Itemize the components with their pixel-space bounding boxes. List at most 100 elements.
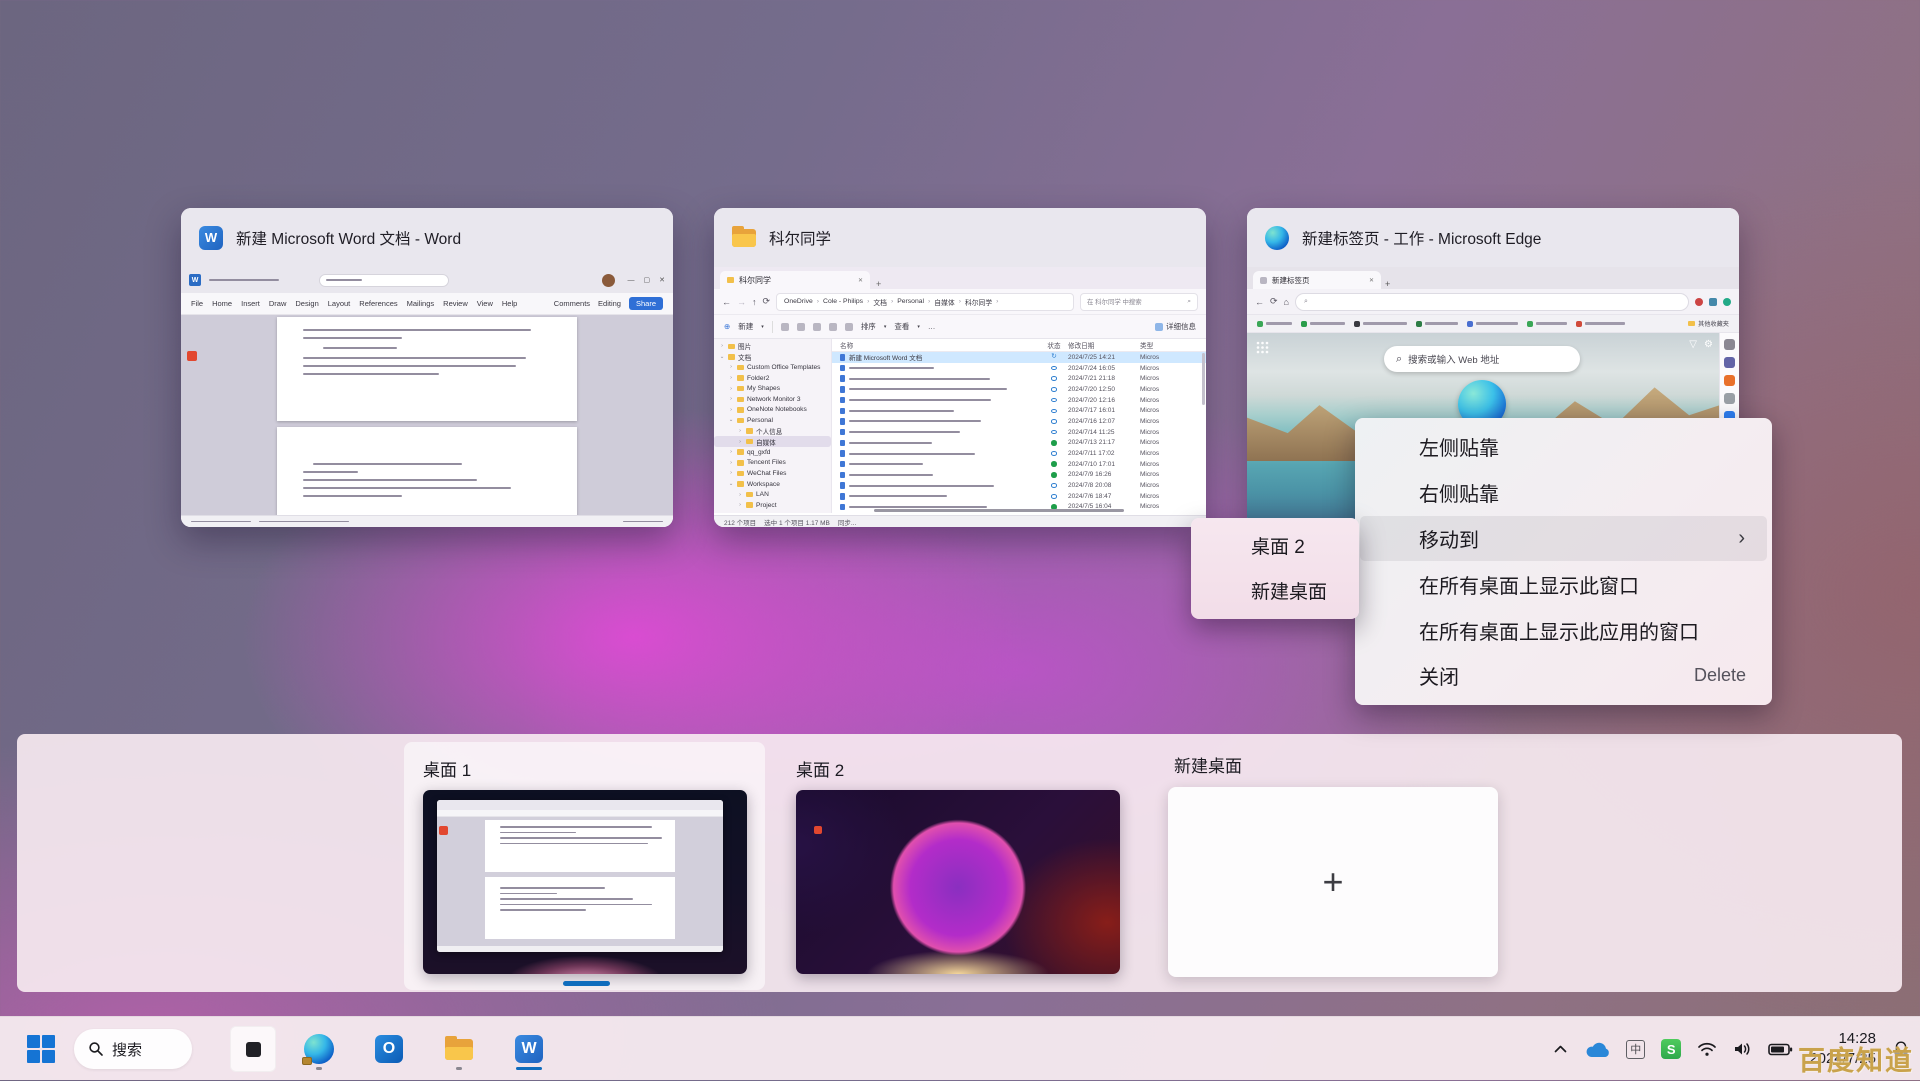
edge-favorites-bar: 其他收藏夹 [1247, 315, 1739, 333]
submenu-item-new-desktop[interactable]: 新建桌面 [1191, 568, 1359, 613]
window-card-word[interactable]: W 新建 Microsoft Word 文档 - Word W —▢✕ File… [181, 208, 673, 527]
word-editing-label: Editing [598, 299, 621, 308]
tree-arrow-icon: › [728, 460, 734, 466]
wifi-icon[interactable] [1697, 1041, 1717, 1057]
file-name-blur [849, 506, 987, 508]
start-button[interactable] [18, 1026, 64, 1072]
menu-item-snap-left[interactable]: 左侧贴靠 [1355, 424, 1772, 470]
text-line-blur [500, 898, 633, 900]
edge-tab-bar: 新建标签页 ✕ + —▢✕ [1247, 267, 1739, 289]
red-app-icon [187, 351, 197, 361]
battery-icon[interactable] [1768, 1042, 1793, 1057]
date-modified: 2024/7/14 11:25 [1068, 429, 1140, 436]
ribbon-tab-references: References [359, 299, 397, 308]
edge-hero-search: ⌕ 搜索或输入 Web 地址 [1384, 346, 1580, 372]
file-name-blur [849, 388, 1007, 390]
menu-item-snap-right[interactable]: 右侧贴靠 [1355, 470, 1772, 516]
taskbar-outlook-button[interactable]: O [366, 1026, 412, 1072]
red-app-icon [439, 826, 448, 835]
word-doc-icon [840, 418, 845, 425]
sidebar-item-label: WeChat Files [747, 470, 786, 477]
word-doc-icon [840, 397, 845, 404]
cloud-status-icon [1051, 483, 1058, 488]
date-modified: 2024/7/20 12:16 [1068, 397, 1140, 404]
menu-item-show-app-windows-on-all-desktops[interactable]: 在所有桌面上显示此应用的窗口 [1355, 607, 1772, 653]
sidebar-item-label: Folder2 [747, 375, 769, 382]
task-view-button[interactable] [230, 1026, 276, 1072]
hidden-icons-chevron[interactable] [1553, 1043, 1568, 1055]
word-doc-icon [840, 429, 845, 436]
favorite-label-blur [1536, 322, 1567, 325]
window-card-explorer[interactable]: 科尔同学 科尔同学 ✕ + —▢✕ ← → ↑ ⟳ OneDrive›Cole … [714, 208, 1206, 527]
sidebar-item: ›My Shapes [714, 383, 831, 394]
breadcrumb-segment: OneDrive [784, 298, 813, 305]
desktop-1-thumbnail[interactable] [423, 790, 747, 974]
check-status-icon [1051, 440, 1057, 446]
sidebar-item: ⌄Personal [714, 415, 831, 426]
breadcrumb-separator: › [928, 298, 930, 305]
date-modified: 2024/7/17 16:01 [1068, 407, 1140, 414]
date-modified: 2024/7/10 17:01 [1068, 461, 1140, 468]
edge-tab: 新建标签页 ✕ [1253, 271, 1381, 289]
text-line-blur [303, 357, 526, 359]
date-modified: 2024/7/16 12:07 [1068, 418, 1140, 425]
file-name-blur [849, 485, 994, 487]
ime-indicator[interactable]: 中 [1626, 1040, 1645, 1059]
submenu-item-desktop-2[interactable]: 桌面 2 [1191, 523, 1359, 568]
table-row: 2024/7/13 21:17Micros [832, 438, 1206, 449]
taskbar-edge-button[interactable] [296, 1026, 342, 1072]
sidebar-item: ›LAN [714, 489, 831, 500]
volume-icon[interactable] [1733, 1041, 1752, 1057]
word-doc-icon [840, 375, 845, 382]
sidebar-item-label: 图片 [738, 341, 751, 351]
running-indicator [456, 1067, 462, 1070]
explorer-card-header: 科尔同学 [714, 208, 1206, 267]
word-document-canvas [181, 315, 673, 515]
onedrive-icon[interactable] [1584, 1041, 1610, 1058]
favicon [1576, 321, 1582, 327]
word-doc-icon [840, 440, 845, 447]
text-line-blur [303, 337, 402, 339]
new-desktop-button[interactable]: + [1168, 787, 1498, 977]
folder-mini-icon [737, 397, 744, 403]
favorite-item [1467, 321, 1518, 327]
word-doc-icon [840, 408, 845, 415]
word-doc-icon [840, 365, 845, 372]
chevron-right-icon: › [1738, 527, 1745, 550]
text-line-blur [500, 893, 557, 895]
text-line-blur [303, 471, 358, 473]
tree-arrow-icon: › [737, 439, 743, 445]
explorer-sidebar: ›图片⌄文档›Custom Office Templates›Folder2›M… [714, 339, 832, 513]
menu-item-move-to[interactable]: 移动到 › [1360, 516, 1767, 562]
favorite-item [1354, 321, 1407, 327]
taskbar-search[interactable]: 搜索 [74, 1029, 192, 1069]
edge-icon [1265, 226, 1289, 250]
file-type: Micros [1140, 397, 1206, 404]
sidebar-app-icon [1724, 375, 1735, 386]
sidebar-item: ›个人信息 [714, 426, 831, 437]
folder-mini-icon [737, 407, 744, 413]
tree-arrow-icon: ⌄ [728, 417, 734, 423]
word-mini-icon: W [189, 274, 201, 286]
word-card-header: W 新建 Microsoft Word 文档 - Word [181, 208, 673, 267]
menu-item-show-on-all-desktops[interactable]: 在所有桌面上显示此窗口 [1355, 561, 1772, 607]
green-s-app-icon[interactable]: S [1661, 1039, 1681, 1059]
menu-item-close[interactable]: 关闭 Delete [1355, 653, 1772, 699]
taskbar-explorer-button[interactable] [436, 1026, 482, 1072]
word-icon: W [515, 1035, 543, 1063]
active-desktop-indicator [563, 981, 610, 986]
taskbar-word-button[interactable]: W [506, 1026, 552, 1072]
file-type: Micros [1140, 493, 1206, 500]
sidebar-item: ›WeChat Files [714, 468, 831, 479]
sidebar-item-label: 自媒体 [756, 437, 776, 447]
file-explorer-icon [445, 1039, 473, 1060]
date-modified: 2024/7/6 18:47 [1068, 493, 1140, 500]
desktop-2-thumbnail[interactable] [796, 790, 1120, 974]
favorite-item [1576, 321, 1625, 327]
text-line-blur [500, 843, 648, 845]
favorite-label-blur [1585, 322, 1625, 325]
folder-mini-icon [737, 418, 744, 424]
breadcrumb-segment: Personal [897, 298, 924, 305]
word-doc-icon [840, 450, 845, 457]
cloud-status-icon [1051, 419, 1058, 424]
